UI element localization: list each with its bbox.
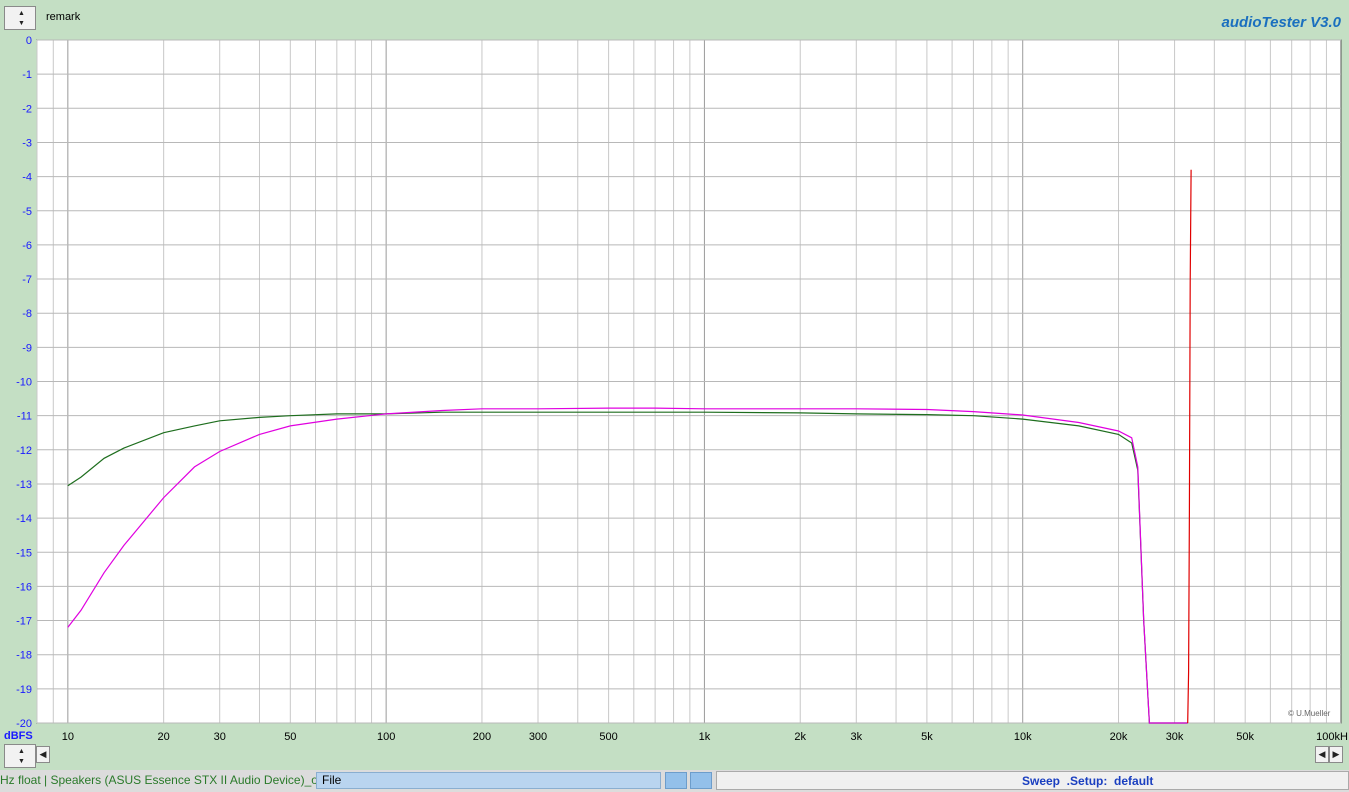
x-tick-label: 20k <box>1110 731 1128 743</box>
scroll-left-button-end[interactable]: ◀ <box>1315 746 1329 763</box>
y-tick-label: -16 <box>16 581 32 593</box>
y-tick-label: -19 <box>16 684 32 696</box>
y-tick-label: -13 <box>16 479 32 491</box>
x-tick-label: 300 <box>529 731 547 743</box>
copyright-label: © U.Mueller <box>1288 709 1331 718</box>
y-tick-label: 0 <box>26 35 32 47</box>
x-tick-label: 100kH <box>1316 731 1348 743</box>
x-tick-label: 30k <box>1166 731 1184 743</box>
y-tick-label: -14 <box>16 513 32 525</box>
scroll-left-button[interactable]: ◀ <box>36 746 50 763</box>
status-button-1[interactable] <box>665 772 687 789</box>
y-tick-label: -15 <box>16 547 32 559</box>
y-tick-label: -11 <box>17 411 32 423</box>
y-tick-label: -8 <box>22 308 32 320</box>
y-tick-label: -3 <box>22 137 32 149</box>
y-tick-label: -6 <box>22 240 32 252</box>
y-tick-label: -20 <box>16 718 32 730</box>
x-tick-label: 1k <box>699 731 711 743</box>
spin-down-icon[interactable]: ▼ <box>18 758 25 765</box>
x-tick-label: 5k <box>921 731 933 743</box>
x-tick-label: 3k <box>850 731 862 743</box>
scroll-right-button[interactable]: ▶ <box>1329 746 1343 763</box>
file-menu[interactable]: File <box>316 772 661 789</box>
x-tick-label: 200 <box>473 731 491 743</box>
x-tick-label: 500 <box>599 731 617 743</box>
y-tick-label: -2 <box>22 103 32 115</box>
y-tick-label: -1 <box>22 69 32 81</box>
x-tick-label: 100 <box>377 731 395 743</box>
status-button-2[interactable] <box>690 772 712 789</box>
y-axis-unit: dBFS <box>4 730 33 742</box>
sweep-setup-label: Sweep .Setup: default <box>1022 774 1154 788</box>
y-tick-label: -9 <box>22 342 32 354</box>
x-tick-label: 50k <box>1236 731 1254 743</box>
x-tick-label: 2k <box>794 731 806 743</box>
spin-up-icon[interactable]: ▲ <box>18 748 25 755</box>
y-tick-label: -12 <box>16 445 32 457</box>
x-tick-label: 30 <box>214 731 226 743</box>
y-tick-label: -10 <box>16 377 32 389</box>
y-tick-label: -7 <box>22 274 32 286</box>
x-tick-label: 10 <box>62 731 74 743</box>
status-device: Hz float | Speakers (ASUS Essence STX II… <box>0 773 332 787</box>
x-tick-label: 10k <box>1014 731 1032 743</box>
y-tick-label: -5 <box>22 206 32 218</box>
y-tick-label: -17 <box>16 616 32 628</box>
x-tick-label: 20 <box>158 731 170 743</box>
chart-area: 0 -1 -2 -3 -4 -5 -6 -7 -8 -9 -10 -11 -12 -13 -14 -15 -16… <box>16 35 1348 743</box>
y-tick-label: -18 <box>16 650 32 662</box>
y-tick-label: -4 <box>22 172 32 184</box>
x-tick-label: 50 <box>284 731 296 743</box>
y-scale-spinner[interactable]: ▲ ▼ <box>4 744 36 768</box>
